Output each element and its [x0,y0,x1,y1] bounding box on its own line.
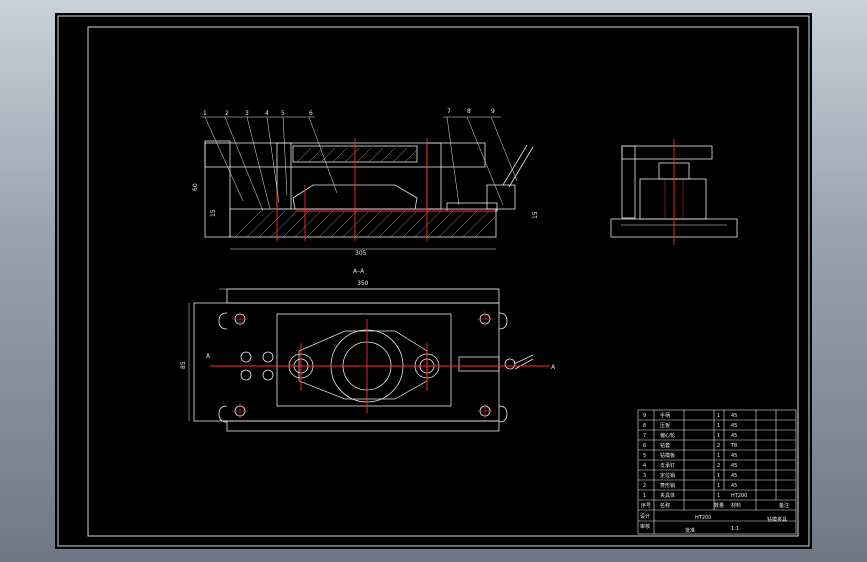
tb-row-5-name: 钻模板 [660,452,675,459]
tb-row-6-qty: 2 [717,463,720,469]
side-view [610,139,738,245]
tb-row-3-name: 偏心轮 [660,432,675,439]
tb-row-1-qty: 1 [717,413,720,419]
callout-2: 2 [225,110,229,117]
tb-row-3-no: 7 [643,433,646,439]
plan-view [188,288,550,432]
section-marker-right: A [551,364,556,371]
drawing-sheet: 1 2 3 4 5 6 7 8 9 305 60 15 15 A–A 350 8… [55,13,812,549]
tb-row-1-name: 手柄 [660,412,670,419]
tb-label-check: 审核 [640,523,650,530]
tb-row-7-qty: 1 [717,473,720,479]
tb-header-no: 序号 [641,502,651,509]
dim-plan-width: 85 [180,361,187,369]
callout-7: 7 [447,108,451,115]
tb-row-6-name: 支承钉 [660,462,675,469]
callout-1: 1 [203,110,207,117]
callout-8: 8 [467,108,471,115]
tb-row-8-name: 菱形销 [660,482,675,489]
tb-row-4-name: 钻套 [660,442,670,449]
tb-row-8-mat: 45 [731,483,737,489]
tb-header-name: 名称 [660,502,670,509]
callout-5: 5 [281,110,285,117]
drawing-canvas: 1 2 3 4 5 6 7 8 9 305 60 15 15 A–A 350 8… [57,15,810,547]
base-hatch [234,210,496,238]
tb-row-4-mat: T8 [730,443,737,449]
tb-row-7-mat: 45 [731,473,737,479]
tb-header-note: 备注 [779,502,789,509]
outer-frame [57,15,810,547]
tb-row-5-mat: 45 [731,453,737,459]
tb-drawing-name: 钻模夹具 [767,516,787,523]
tb-row-9-name: 夹具体 [660,492,675,499]
front-view-labels: 1 2 3 4 5 6 7 8 9 305 60 15 15 [192,108,539,257]
dim-height-left: 60 [192,183,199,191]
tb-row-4-no: 6 [643,443,646,449]
tb-row-7-no: 3 [643,473,646,479]
tb-row-5-qty: 1 [717,453,720,459]
tb-row-8-qty: 1 [717,483,720,489]
tb-scale: 1:1 [731,526,739,532]
dim-length-front: 305 [355,250,367,257]
tb-row-1-mat: 45 [731,413,737,419]
tb-row-1-no: 9 [643,413,646,419]
tb-row-6-mat: 45 [731,463,737,469]
callout-6: 6 [309,110,313,117]
tb-row-2-name: 压板 [660,422,670,429]
tb-row-2-mat: 45 [731,423,737,429]
tb-row-4-qty: 2 [717,443,720,449]
tb-row-6-no: 4 [643,463,646,469]
tb-row-2-qty: 1 [717,423,720,429]
tb-row-3-qty: 1 [717,433,720,439]
tb-row-2-no: 8 [643,423,646,429]
callout-3: 3 [245,110,249,117]
tb-header-mat: 材料 [731,502,741,509]
tb-row-7-name: 定位销 [660,472,675,479]
tb-header-qty: 数量 [714,502,724,509]
dim-plan-length: 350 [357,280,369,287]
plan-view-labels: A–A 350 85 A A [180,268,556,371]
cad-viewport[interactable]: 1 2 3 4 5 6 7 8 9 305 60 15 15 A–A 350 8… [0,0,867,562]
plate-hatch [296,147,418,163]
tb-material: HT200 [695,515,711,521]
tb-row-8-no: 2 [643,483,646,489]
dim-height-right: 15 [532,211,539,219]
tb-row-9-no: 1 [643,493,646,499]
tb-row-9-mat: HT200 [731,493,747,499]
front-view [201,116,534,250]
callout-9: 9 [491,108,495,115]
tb-row-9-qty: 1 [717,493,720,499]
section-marker-left: A [206,353,211,360]
section-label: A–A [353,268,365,275]
callout-4: 4 [265,110,269,117]
tb-row-3-mat: 45 [731,433,737,439]
tb-label-design: 设计 [640,513,650,520]
plan-pin-centres [232,311,493,419]
callout-leaders [201,116,518,212]
tb-label-approve: 批准 [685,527,695,534]
tb-row-5-no: 5 [643,453,646,459]
dim-height-mid: 15 [210,209,217,217]
inner-frame [87,26,799,537]
